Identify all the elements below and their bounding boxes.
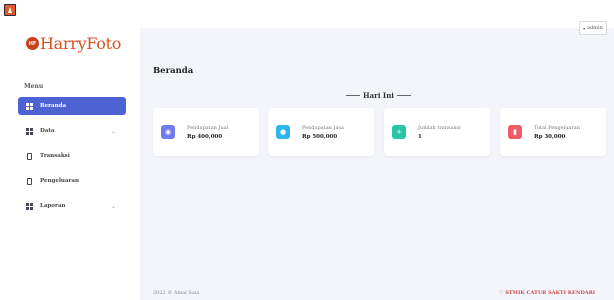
summary-cards: ◉ Pendapatan Jual Rp 400,000 ● Pendapata…	[153, 108, 606, 156]
report-grid-icon	[26, 202, 33, 210]
sidebar-item-label: Beranda	[40, 103, 67, 109]
sidebar-item-data[interactable]: Data ⌄	[18, 121, 126, 141]
user-icon: ●	[276, 125, 290, 139]
footer-copyright: 2022 © Amal Saia	[153, 290, 200, 296]
card-value: 1	[418, 133, 422, 140]
footer-credit[interactable]: ♡ STMIK CATUR SAKTI KENDARI	[499, 290, 595, 296]
bookmark-icon: ▮	[508, 125, 522, 139]
card-value: Rp 400,000	[187, 133, 223, 140]
brand-logo[interactable]: HF HarryFoto	[26, 34, 121, 53]
card-total-pengeluaran: ▮ Total Pengeluaran Rp 30,000	[500, 108, 606, 156]
sidebar-item-label: Pengeluaran	[40, 178, 79, 184]
menu-heading: Menu	[24, 83, 44, 90]
card-label: Pendapatan Jual	[187, 124, 229, 131]
caret-down-icon: ▾	[583, 25, 586, 31]
sidebar: HF HarryFoto Menu Beranda Data ⌄ Transak…	[0, 0, 140, 300]
sidebar-item-pengeluaran[interactable]: Pengeluaran	[18, 171, 126, 191]
chevron-down-icon: ⌄	[110, 202, 116, 210]
brand-badge: HF	[26, 37, 39, 50]
document-icon	[27, 152, 32, 160]
app-logo-icon	[4, 4, 16, 16]
chevron-down-icon: ⌄	[110, 127, 116, 135]
user-plus-icon: +	[392, 125, 406, 139]
card-value: Rp 30,000	[534, 133, 566, 140]
dashboard-grid-icon	[26, 102, 33, 110]
brand-name: HarryFoto	[40, 34, 122, 53]
sidebar-item-laporan[interactable]: Laporan ⌄	[18, 196, 126, 216]
eye-icon: ◉	[161, 125, 175, 139]
sidebar-item-label: Laporan	[40, 203, 66, 209]
period-label: Hari Ini	[343, 91, 414, 100]
card-label: Jumlah transaksi	[418, 124, 461, 131]
sidebar-item-label: Transaksi	[40, 153, 70, 159]
card-pendapatan-jasa: ● Pendapatan Jasa Rp 500,000	[268, 108, 374, 156]
topbar: ▾ admin	[140, 0, 614, 35]
user-label: admin	[587, 25, 603, 31]
card-pendapatan-jual: ◉ Pendapatan Jual Rp 400,000	[153, 108, 259, 156]
card-label: Pendapatan Jasa	[302, 124, 345, 131]
sidebar-menu: Beranda Data ⌄ Transaksi Pengeluaran Lap…	[18, 97, 126, 221]
page-title: Beranda	[153, 66, 194, 76]
data-grid-icon	[26, 127, 33, 135]
sidebar-item-label: Data	[40, 128, 55, 134]
document-icon	[27, 177, 32, 185]
sidebar-item-transaksi[interactable]: Transaksi	[18, 146, 126, 166]
user-dropdown[interactable]: ▾ admin	[579, 21, 607, 35]
card-value: Rp 500,000	[302, 133, 338, 140]
card-label: Total Pengeluaran	[534, 124, 581, 131]
card-jumlah-transaksi: + Jumlah transaksi 1	[384, 108, 490, 156]
sidebar-item-beranda[interactable]: Beranda	[18, 97, 126, 115]
